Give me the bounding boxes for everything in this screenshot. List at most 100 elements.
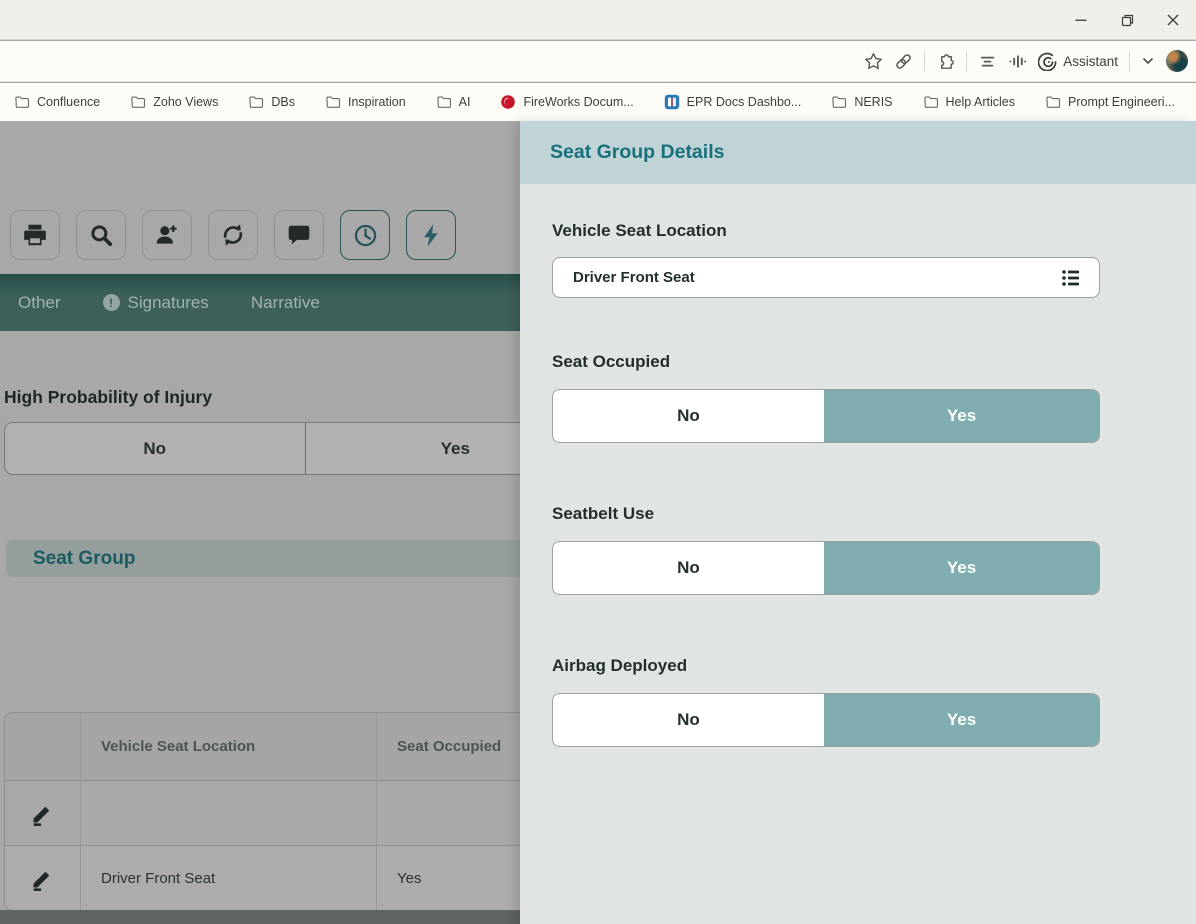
reader-lines-icon[interactable] <box>978 52 997 71</box>
vehicle-seat-location-value: Driver Front Seat <box>573 269 1059 286</box>
cell-vehicle-seat-location <box>81 781 377 845</box>
vehicle-seat-location-label: Vehicle Seat Location <box>552 221 727 241</box>
airbag-deployed-no-option[interactable]: No <box>553 694 824 746</box>
bookmark-label: EPR Docs Dashbo... <box>687 95 802 109</box>
high-probability-of-injury-toggle: No Yes <box>4 422 520 475</box>
add-person-button[interactable] <box>142 210 192 260</box>
bookmark-confluence[interactable]: Confluence <box>14 94 100 110</box>
table-row[interactable] <box>5 780 520 845</box>
seat-group-section-header[interactable]: Seat Group <box>6 540 520 577</box>
fireworks-favicon-icon <box>500 94 516 110</box>
profile-avatar[interactable] <box>1166 50 1188 72</box>
seat-occupied-label: Seat Occupied <box>552 352 670 372</box>
bookmark-zoho-views[interactable]: Zoho Views <box>130 94 218 110</box>
folder-icon <box>831 94 847 110</box>
edit-pencil-icon[interactable] <box>29 800 56 827</box>
seat-occupied-no-option[interactable]: No <box>553 390 824 442</box>
warning-exclamation-icon: ! <box>103 294 120 311</box>
vehicle-seat-location-input[interactable]: Driver Front Seat <box>552 257 1100 298</box>
seat-occupied-header: Seat Occupied <box>377 713 520 780</box>
list-picker-icon[interactable] <box>1059 266 1083 290</box>
tab-narrative[interactable]: Narrative <box>251 293 320 313</box>
folder-icon <box>325 94 341 110</box>
tab-other[interactable]: Other <box>18 293 61 313</box>
bookmark-inspiration[interactable]: Inspiration <box>325 94 406 110</box>
seat-group-table: Vehicle Seat Location Seat Occupied Driv… <box>4 712 520 911</box>
chat-bubble-icon <box>286 222 312 248</box>
section-tab-bar: Other ! Signatures Narrative <box>0 274 520 331</box>
app-toolbar <box>10 210 456 260</box>
restore-button[interactable] <box>1104 0 1150 40</box>
refresh-icon <box>220 222 246 248</box>
copy-link-icon[interactable] <box>894 52 913 71</box>
table-header-row: Vehicle Seat Location Seat Occupied <box>5 713 520 780</box>
tab-label: Signatures <box>128 293 209 313</box>
injury-yes-option[interactable]: Yes <box>305 423 521 474</box>
folder-icon <box>14 94 30 110</box>
person-add-icon <box>154 222 180 248</box>
main-content-dimmed: Other ! Signatures Narrative High Probab… <box>0 121 520 924</box>
bookmarks-bar: Confluence Zoho Views DBs Inspiration AI… <box>0 83 1196 121</box>
print-button[interactable] <box>10 210 60 260</box>
toolbar-separator <box>924 51 925 71</box>
assistant-button[interactable]: Assistant <box>1038 52 1118 71</box>
comment-button[interactable] <box>274 210 324 260</box>
seat-occupied-toggle: No Yes <box>552 389 1100 443</box>
tab-label: Other <box>18 293 61 313</box>
folder-icon <box>130 94 146 110</box>
tab-signatures[interactable]: ! Signatures <box>103 293 209 313</box>
toolbar-separator <box>1129 51 1130 71</box>
assistant-label: Assistant <box>1063 54 1118 69</box>
cell-seat-occupied <box>377 781 520 845</box>
bookmark-label: DBs <box>271 95 295 109</box>
bookmark-epr-docs-dashboard[interactable]: EPR Docs Dashbo... <box>664 94 802 110</box>
seat-occupied-yes-option-selected[interactable]: Yes <box>824 390 1099 442</box>
bookmark-label: NERIS <box>854 95 892 109</box>
sidebar-equalizer-icon[interactable] <box>1008 52 1027 71</box>
bookmark-ai[interactable]: AI <box>436 94 471 110</box>
close-button[interactable] <box>1150 0 1196 40</box>
airbag-deployed-label: Airbag Deployed <box>552 656 687 676</box>
bookmark-label: Inspiration <box>348 95 406 109</box>
airbag-deployed-yes-option-selected[interactable]: Yes <box>824 694 1099 746</box>
folder-icon <box>436 94 452 110</box>
minimize-button[interactable] <box>1058 0 1104 40</box>
toolbar-separator <box>966 51 967 71</box>
bookmark-prompt-engineering[interactable]: Prompt Engineeri... <box>1045 94 1175 110</box>
cell-seat-occupied: Yes <box>377 846 520 910</box>
extensions-puzzle-icon[interactable] <box>936 52 955 71</box>
chevron-down-icon[interactable] <box>1141 54 1155 68</box>
folder-icon <box>923 94 939 110</box>
bookmark-dbs[interactable]: DBs <box>248 94 295 110</box>
refresh-button[interactable] <box>208 210 258 260</box>
seatbelt-use-toggle: No Yes <box>552 541 1100 595</box>
seatbelt-use-yes-option-selected[interactable]: Yes <box>824 542 1099 594</box>
assistant-spiral-icon <box>1038 52 1057 71</box>
table-row[interactable]: Driver Front Seat Yes <box>5 845 520 910</box>
tab-label: Narrative <box>251 293 320 313</box>
folder-icon <box>1045 94 1061 110</box>
seat-group-title: Seat Group <box>33 548 135 570</box>
bottom-bar <box>0 910 520 924</box>
quick-actions-button[interactable] <box>406 210 456 260</box>
seatbelt-use-no-option[interactable]: No <box>553 542 824 594</box>
bookmark-label: Confluence <box>37 95 100 109</box>
bookmark-help-articles[interactable]: Help Articles <box>923 94 1015 110</box>
bookmark-label: Prompt Engineeri... <box>1068 95 1175 109</box>
history-button[interactable] <box>340 210 390 260</box>
high-probability-of-injury-label: High Probability of Injury <box>4 387 212 408</box>
seat-group-details-drawer: Seat Group Details Vehicle Seat Location… <box>520 121 1196 924</box>
browser-toolbar: Assistant <box>0 41 1196 82</box>
clock-icon <box>352 222 379 249</box>
bookmark-neris[interactable]: NERIS <box>831 94 892 110</box>
print-icon <box>22 222 48 248</box>
lightning-bolt-icon <box>418 222 445 249</box>
cell-vehicle-seat-location: Driver Front Seat <box>81 846 377 910</box>
search-button[interactable] <box>76 210 126 260</box>
bookmark-star-icon[interactable] <box>864 52 883 71</box>
edit-pencil-icon[interactable] <box>29 865 56 892</box>
edit-column-header <box>5 713 81 780</box>
bookmark-label: AI <box>459 95 471 109</box>
injury-no-option[interactable]: No <box>5 423 305 474</box>
bookmark-fireworks-docs[interactable]: FireWorks Docum... <box>500 94 633 110</box>
